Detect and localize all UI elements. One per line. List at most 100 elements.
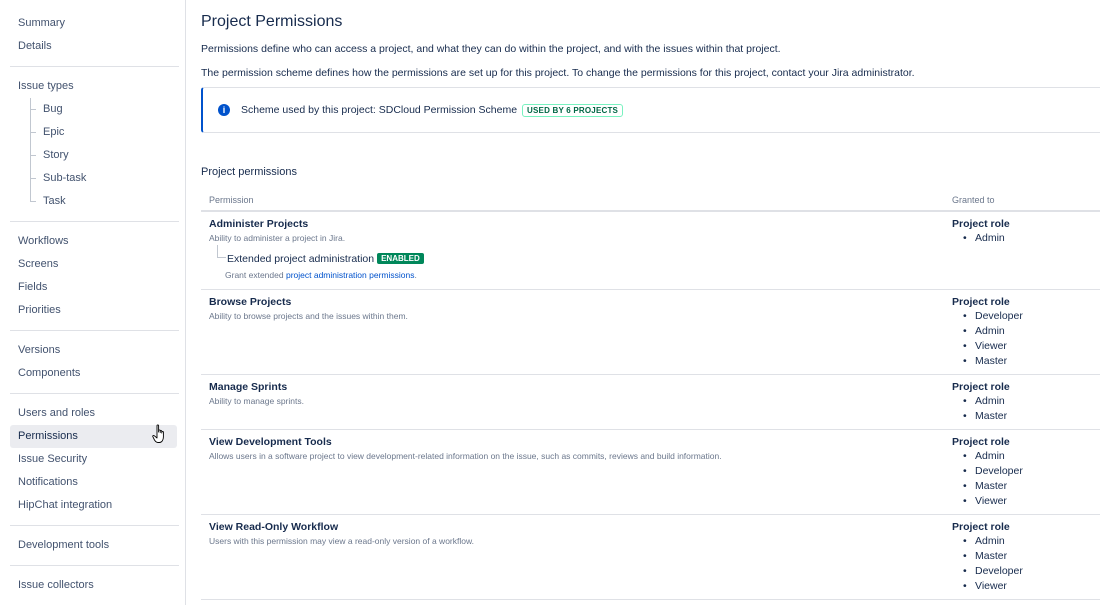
sidebar-group-collectors: Issue collectors bbox=[0, 574, 185, 597]
used-by-projects-badge[interactable]: USED BY 6 PROJECTS bbox=[522, 103, 624, 117]
grant-type: Project role bbox=[952, 296, 1010, 308]
project-admin-permissions-link[interactable]: project administration permissions bbox=[286, 270, 415, 280]
sidebar-divider bbox=[10, 393, 179, 394]
sidebar-item-hipchat-integration[interactable]: HipChat integration bbox=[10, 494, 177, 517]
role-list: Admin Master Developer Viewer bbox=[952, 534, 1100, 594]
scheme-description: The permission scheme defines how the pe… bbox=[201, 67, 915, 79]
sidebar-item-epic[interactable]: Epic bbox=[10, 121, 177, 144]
role-list: Admin Master bbox=[952, 394, 1100, 424]
extended-permission: Extended project administration ENABLED G… bbox=[217, 245, 909, 280]
sidebar-item-notifications[interactable]: Notifications bbox=[10, 471, 177, 494]
sidebar-item-versions[interactable]: Versions bbox=[10, 339, 177, 362]
permissions-table: Permission Granted to Administer Project… bbox=[201, 190, 1100, 600]
sidebar-item-workflows[interactable]: Workflows bbox=[10, 230, 177, 253]
permission-cell: Manage Sprints Ability to manage sprints… bbox=[209, 381, 909, 406]
section-title: Project permissions bbox=[201, 166, 297, 178]
table-header: Permission Granted to bbox=[201, 190, 1100, 212]
page-description: Permissions define who can access a proj… bbox=[201, 43, 781, 55]
permission-cell: View Development Tools Allows users in a… bbox=[209, 436, 909, 461]
role-item: Viewer bbox=[952, 579, 1100, 594]
extended-desc-prefix: Grant extended bbox=[225, 270, 286, 280]
permission-cell: Browse Projects Ability to browse projec… bbox=[209, 296, 909, 321]
granted-to-cell: Project role Admin bbox=[952, 218, 1100, 246]
sidebar-item-development-tools[interactable]: Development tools bbox=[10, 534, 177, 557]
role-list: Admin bbox=[952, 231, 1100, 246]
sidebar-group-overview: Summary Details bbox=[0, 12, 185, 58]
permission-cell: View Read-Only Workflow Users with this … bbox=[209, 521, 909, 546]
role-item: Viewer bbox=[952, 494, 1100, 509]
sidebar-item-summary[interactable]: Summary bbox=[10, 12, 177, 35]
granted-to-cell: Project role Developer Admin Viewer Mast… bbox=[952, 296, 1100, 369]
table-row: Browse Projects Ability to browse projec… bbox=[201, 290, 1100, 375]
permission-cell: Administer Projects Ability to administe… bbox=[209, 218, 909, 280]
role-item: Master bbox=[952, 549, 1100, 564]
sidebar-group-people: Users and roles Permissions Issue Securi… bbox=[0, 402, 185, 517]
granted-to-cell: Project role Admin Master bbox=[952, 381, 1100, 424]
main-content: Project Permissions Permissions define w… bbox=[201, 0, 1100, 605]
enabled-badge: ENABLED bbox=[377, 253, 424, 264]
grant-type: Project role bbox=[952, 436, 1010, 448]
scheme-info-panel: i Scheme used by this project: SDCloud P… bbox=[201, 87, 1100, 133]
sidebar-divider bbox=[10, 221, 179, 222]
role-list: Admin Developer Master Viewer bbox=[952, 449, 1100, 509]
table-row: Administer Projects Ability to administe… bbox=[201, 212, 1100, 290]
table-row: View Read-Only Workflow Users with this … bbox=[201, 515, 1100, 600]
role-item: Developer bbox=[952, 564, 1100, 579]
sidebar-item-issue-collectors[interactable]: Issue collectors bbox=[10, 574, 177, 597]
sidebar-item-users-and-roles[interactable]: Users and roles bbox=[10, 402, 177, 425]
sidebar-item-sub-task[interactable]: Sub-task bbox=[10, 167, 177, 190]
sidebar-item-priorities[interactable]: Priorities bbox=[10, 299, 177, 322]
sidebar-item-components[interactable]: Components bbox=[10, 362, 177, 385]
role-item: Admin bbox=[952, 534, 1100, 549]
permission-name: Browse Projects bbox=[209, 296, 292, 308]
sidebar-item-story[interactable]: Story bbox=[10, 144, 177, 167]
sidebar-group-issue-types: Issue types Bug Epic Story Sub-task Task bbox=[0, 75, 185, 213]
project-settings-sidebar: Summary Details Issue types Bug Epic Sto… bbox=[0, 0, 186, 605]
permission-description: Allows users in a software project to vi… bbox=[209, 451, 722, 461]
permission-name: Manage Sprints bbox=[209, 381, 288, 393]
role-item: Admin bbox=[952, 394, 1100, 409]
sidebar-item-screens[interactable]: Screens bbox=[10, 253, 177, 276]
sidebar-divider bbox=[10, 525, 179, 526]
permission-description: Users with this permission may view a re… bbox=[209, 536, 475, 546]
role-item: Master bbox=[952, 479, 1100, 494]
role-item: Viewer bbox=[952, 339, 1100, 354]
permission-description: Ability to administer a project in Jira. bbox=[209, 233, 346, 243]
info-icon: i bbox=[218, 104, 230, 116]
sidebar-top-spacer bbox=[0, 0, 185, 12]
sidebar-item-fields[interactable]: Fields bbox=[10, 276, 177, 299]
sidebar-item-issue-types[interactable]: Issue types bbox=[10, 75, 177, 98]
role-item: Developer bbox=[952, 309, 1100, 324]
role-item: Admin bbox=[952, 449, 1100, 464]
sidebar-group-versions: Versions Components bbox=[0, 339, 185, 385]
permission-name: View Development Tools bbox=[209, 436, 332, 448]
table-row: Manage Sprints Ability to manage sprints… bbox=[201, 375, 1100, 430]
sidebar-item-bug[interactable]: Bug bbox=[10, 98, 177, 121]
extended-permission-title: Extended project administration bbox=[227, 253, 375, 265]
sidebar-group-workflows: Workflows Screens Fields Priorities bbox=[0, 230, 185, 322]
sidebar-item-issue-security[interactable]: Issue Security bbox=[10, 448, 177, 471]
role-item: Master bbox=[952, 409, 1100, 424]
column-header-granted-to: Granted to bbox=[952, 195, 995, 205]
column-header-permission: Permission bbox=[209, 195, 254, 205]
extended-permission-description: Grant extended project administration pe… bbox=[217, 270, 909, 280]
scheme-label: Scheme used by this project: SDCloud Per… bbox=[241, 104, 518, 116]
hand-pointer-cursor-icon bbox=[152, 424, 164, 443]
role-item: Developer bbox=[952, 464, 1100, 479]
sidebar-divider bbox=[10, 565, 179, 566]
sidebar-divider bbox=[10, 66, 179, 67]
permission-description: Ability to manage sprints. bbox=[209, 396, 304, 406]
sidebar-group-dev: Development tools bbox=[0, 534, 185, 557]
role-item: Admin bbox=[952, 231, 1100, 246]
permission-name: View Read-Only Workflow bbox=[209, 521, 339, 533]
sidebar-divider bbox=[10, 330, 179, 331]
role-list: Developer Admin Viewer Master bbox=[952, 309, 1100, 369]
role-item: Master bbox=[952, 354, 1100, 369]
sidebar-item-task[interactable]: Task bbox=[10, 190, 177, 213]
table-row: View Development Tools Allows users in a… bbox=[201, 430, 1100, 515]
grant-type: Project role bbox=[952, 521, 1010, 533]
permission-description: Ability to browse projects and the issue… bbox=[209, 311, 408, 321]
granted-to-cell: Project role Admin Master Developer View… bbox=[952, 521, 1100, 594]
sidebar-item-details[interactable]: Details bbox=[10, 35, 177, 58]
permission-name: Administer Projects bbox=[209, 218, 309, 230]
